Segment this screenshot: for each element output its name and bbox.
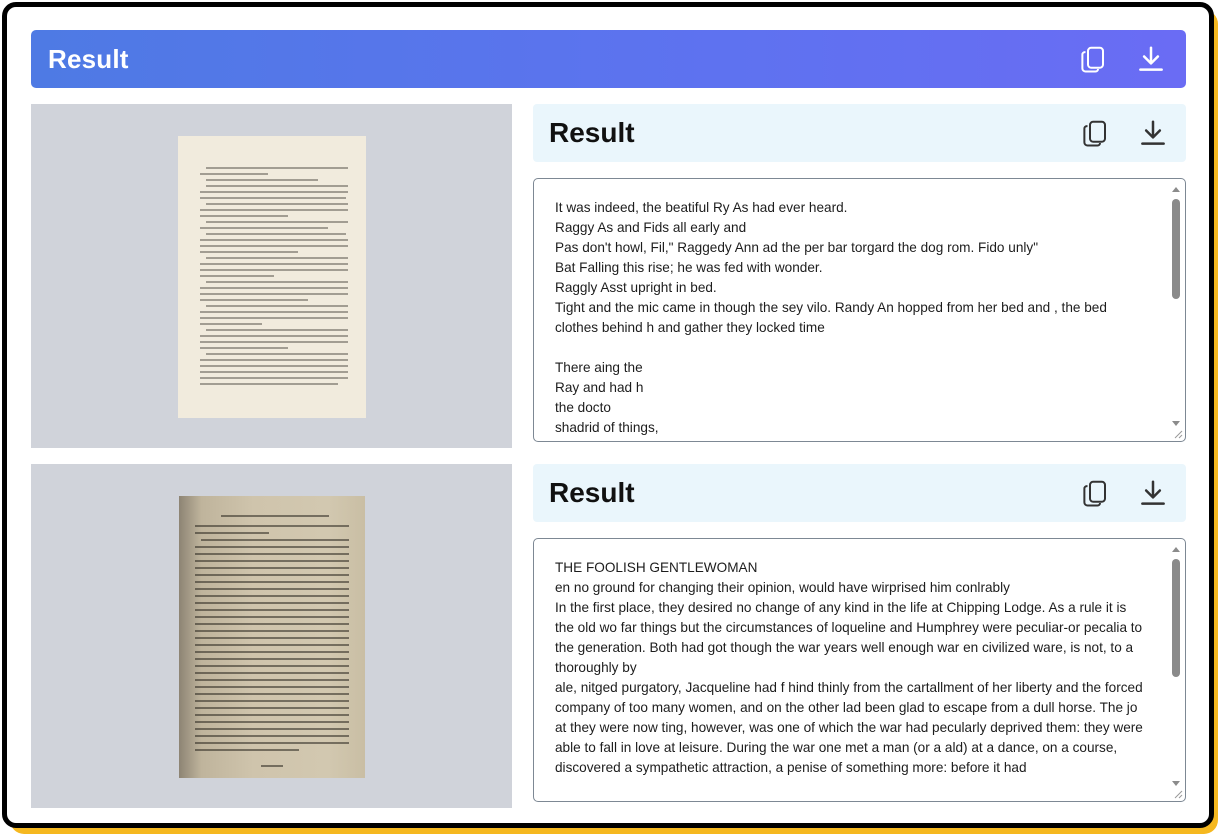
result-row-1: Result It was indeed, the beatiful Ry As…	[31, 104, 1186, 448]
copy-icon	[1081, 46, 1104, 73]
download-all-button[interactable]	[1134, 42, 1168, 76]
scroll-up-icon[interactable]	[1172, 547, 1180, 552]
scroll-thumb[interactable]	[1172, 199, 1180, 299]
result-textarea-2[interactable]: THE FOOLISH GENTLEWOMAN en no ground for…	[533, 538, 1186, 802]
copy-icon	[1083, 120, 1106, 147]
download-icon	[1141, 480, 1165, 505]
result-title: Result	[549, 117, 635, 148]
scroll-down-icon[interactable]	[1172, 781, 1180, 786]
scrollbar[interactable]	[1169, 541, 1183, 786]
copy-icon	[1083, 480, 1106, 507]
result-header-1: Result	[533, 104, 1186, 162]
result-text: It was indeed, the beatiful Ry As had ev…	[555, 200, 1107, 435]
resize-grip-icon[interactable]	[1171, 787, 1183, 799]
result-text: THE FOOLISH GENTLEWOMAN en no ground for…	[555, 560, 1143, 775]
download-button[interactable]	[1136, 476, 1170, 510]
resize-grip-icon[interactable]	[1171, 427, 1183, 439]
scanned-page-image-1	[178, 136, 366, 418]
header-actions	[1076, 42, 1168, 76]
top-header-bar: Result	[31, 30, 1186, 88]
source-image-panel-2	[31, 464, 512, 808]
page-title: Result	[48, 43, 129, 74]
result-title: Result	[549, 477, 635, 508]
copy-button[interactable]	[1078, 476, 1112, 510]
download-icon	[1141, 120, 1165, 145]
scroll-thumb[interactable]	[1172, 559, 1180, 677]
page-text-lines	[195, 515, 349, 767]
download-button[interactable]	[1136, 116, 1170, 150]
result-textarea-1[interactable]: It was indeed, the beatiful Ry As had ev…	[533, 178, 1186, 442]
result-actions	[1078, 476, 1170, 510]
page-text-lines	[200, 167, 348, 385]
scrollbar[interactable]	[1169, 181, 1183, 426]
result-row-2: Result THE FOOLISH GENTLEWOMAN en no gro…	[31, 464, 1186, 808]
result-header-2: Result	[533, 464, 1186, 522]
copy-button[interactable]	[1078, 116, 1112, 150]
result-panel-2: Result THE FOOLISH GENTLEWOMAN en no gro…	[533, 464, 1186, 808]
scroll-down-icon[interactable]	[1172, 421, 1180, 426]
scroll-up-icon[interactable]	[1172, 187, 1180, 192]
result-actions	[1078, 116, 1170, 150]
result-panel-1: Result It was indeed, the beatiful Ry As…	[533, 104, 1186, 448]
source-image-panel-1	[31, 104, 512, 448]
scanned-page-image-2	[179, 496, 365, 778]
copy-all-button[interactable]	[1076, 42, 1110, 76]
download-icon	[1139, 46, 1163, 71]
